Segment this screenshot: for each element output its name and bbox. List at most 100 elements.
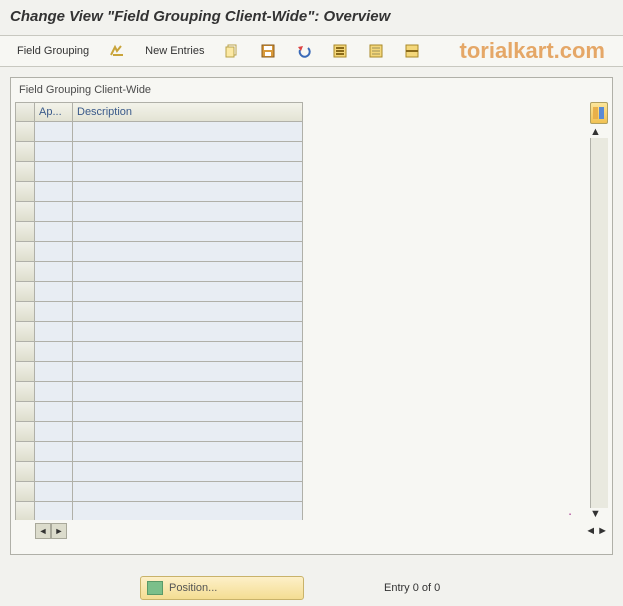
table-row[interactable]: [15, 502, 303, 520]
delimit-icon[interactable]: [397, 40, 427, 62]
table-row[interactable]: [15, 462, 303, 482]
cell-description[interactable]: [73, 422, 303, 442]
cell-description[interactable]: [73, 162, 303, 182]
row-selector[interactable]: [15, 242, 35, 262]
row-selector[interactable]: [15, 262, 35, 282]
table-row[interactable]: [15, 442, 303, 462]
cell-ap[interactable]: [35, 462, 73, 482]
save-icon[interactable]: [253, 40, 283, 62]
row-selector[interactable]: [15, 462, 35, 482]
toggle-icon[interactable]: [102, 40, 132, 62]
cell-description[interactable]: [73, 382, 303, 402]
table-row[interactable]: [15, 382, 303, 402]
copy-icon[interactable]: [217, 40, 247, 62]
scroll-right-icon[interactable]: ►: [51, 523, 67, 539]
cell-description[interactable]: [73, 462, 303, 482]
row-selector[interactable]: [15, 482, 35, 502]
table-row[interactable]: [15, 302, 303, 322]
row-selector[interactable]: [15, 322, 35, 342]
scroll-down-icon[interactable]: ▼: [590, 508, 608, 520]
row-selector[interactable]: [15, 402, 35, 422]
cell-ap[interactable]: [35, 402, 73, 422]
undo-icon[interactable]: [289, 40, 319, 62]
scroll-left-icon[interactable]: ◄: [35, 523, 51, 539]
scroll-up-icon[interactable]: ▲: [590, 126, 608, 138]
select-all-stub[interactable]: [15, 102, 35, 122]
scroll-right2-icon[interactable]: ►: [597, 525, 608, 537]
cell-description[interactable]: [73, 362, 303, 382]
cell-ap[interactable]: [35, 362, 73, 382]
cell-ap[interactable]: [35, 422, 73, 442]
cell-description[interactable]: [73, 342, 303, 362]
cell-ap[interactable]: [35, 182, 73, 202]
cell-ap[interactable]: [35, 222, 73, 242]
cell-description[interactable]: [73, 322, 303, 342]
cell-description[interactable]: [73, 182, 303, 202]
cell-ap[interactable]: [35, 302, 73, 322]
table-row[interactable]: [15, 142, 303, 162]
cell-ap[interactable]: [35, 322, 73, 342]
cell-ap[interactable]: [35, 122, 73, 142]
cell-description[interactable]: [73, 202, 303, 222]
field-grouping-button[interactable]: Field Grouping: [10, 40, 96, 62]
scroll-left2-icon[interactable]: ◄: [585, 525, 596, 537]
cell-description[interactable]: [73, 502, 303, 520]
cell-ap[interactable]: [35, 142, 73, 162]
table-row[interactable]: [15, 122, 303, 142]
table-row[interactable]: [15, 182, 303, 202]
row-selector[interactable]: [15, 442, 35, 462]
row-selector[interactable]: [15, 422, 35, 442]
table-row[interactable]: [15, 342, 303, 362]
row-selector[interactable]: [15, 362, 35, 382]
cell-description[interactable]: [73, 242, 303, 262]
cell-ap[interactable]: [35, 162, 73, 182]
row-selector[interactable]: [15, 142, 35, 162]
table-row[interactable]: [15, 162, 303, 182]
deselect-all-icon[interactable]: [361, 40, 391, 62]
new-entries-button[interactable]: New Entries: [138, 40, 211, 62]
table-row[interactable]: [15, 422, 303, 442]
row-selector[interactable]: [15, 502, 35, 520]
position-button[interactable]: Position...: [140, 576, 304, 600]
configure-columns-button[interactable]: [590, 102, 608, 124]
h-scrollbar-left[interactable]: ◄ ►: [15, 522, 303, 540]
row-selector[interactable]: [15, 122, 35, 142]
cell-description[interactable]: [73, 122, 303, 142]
cell-description[interactable]: [73, 142, 303, 162]
v-scrollbar[interactable]: [590, 138, 608, 508]
cell-ap[interactable]: [35, 482, 73, 502]
row-selector[interactable]: [15, 162, 35, 182]
col-header-ap[interactable]: Ap...: [35, 102, 73, 122]
table-row[interactable]: [15, 482, 303, 502]
cell-ap[interactable]: [35, 342, 73, 362]
row-selector[interactable]: [15, 302, 35, 322]
row-selector[interactable]: [15, 342, 35, 362]
row-selector[interactable]: [15, 182, 35, 202]
table-row[interactable]: [15, 242, 303, 262]
cell-description[interactable]: [73, 442, 303, 462]
cell-ap[interactable]: [35, 382, 73, 402]
select-all-icon[interactable]: [325, 40, 355, 62]
cell-description[interactable]: [73, 302, 303, 322]
table-row[interactable]: [15, 322, 303, 342]
table-row[interactable]: [15, 362, 303, 382]
cell-ap[interactable]: [35, 282, 73, 302]
cell-description[interactable]: [73, 222, 303, 242]
cell-ap[interactable]: [35, 262, 73, 282]
table-row[interactable]: [15, 222, 303, 242]
col-header-description[interactable]: Description: [73, 102, 303, 122]
cell-ap[interactable]: [35, 442, 73, 462]
cell-description[interactable]: [73, 282, 303, 302]
table-row[interactable]: [15, 262, 303, 282]
row-selector[interactable]: [15, 282, 35, 302]
cell-description[interactable]: [73, 402, 303, 422]
cell-description[interactable]: [73, 482, 303, 502]
row-selector[interactable]: [15, 382, 35, 402]
cell-ap[interactable]: [35, 202, 73, 222]
row-selector[interactable]: [15, 202, 35, 222]
row-selector[interactable]: [15, 222, 35, 242]
table-row[interactable]: [15, 282, 303, 302]
cell-ap[interactable]: [35, 502, 73, 520]
table-row[interactable]: [15, 202, 303, 222]
table-row[interactable]: [15, 402, 303, 422]
